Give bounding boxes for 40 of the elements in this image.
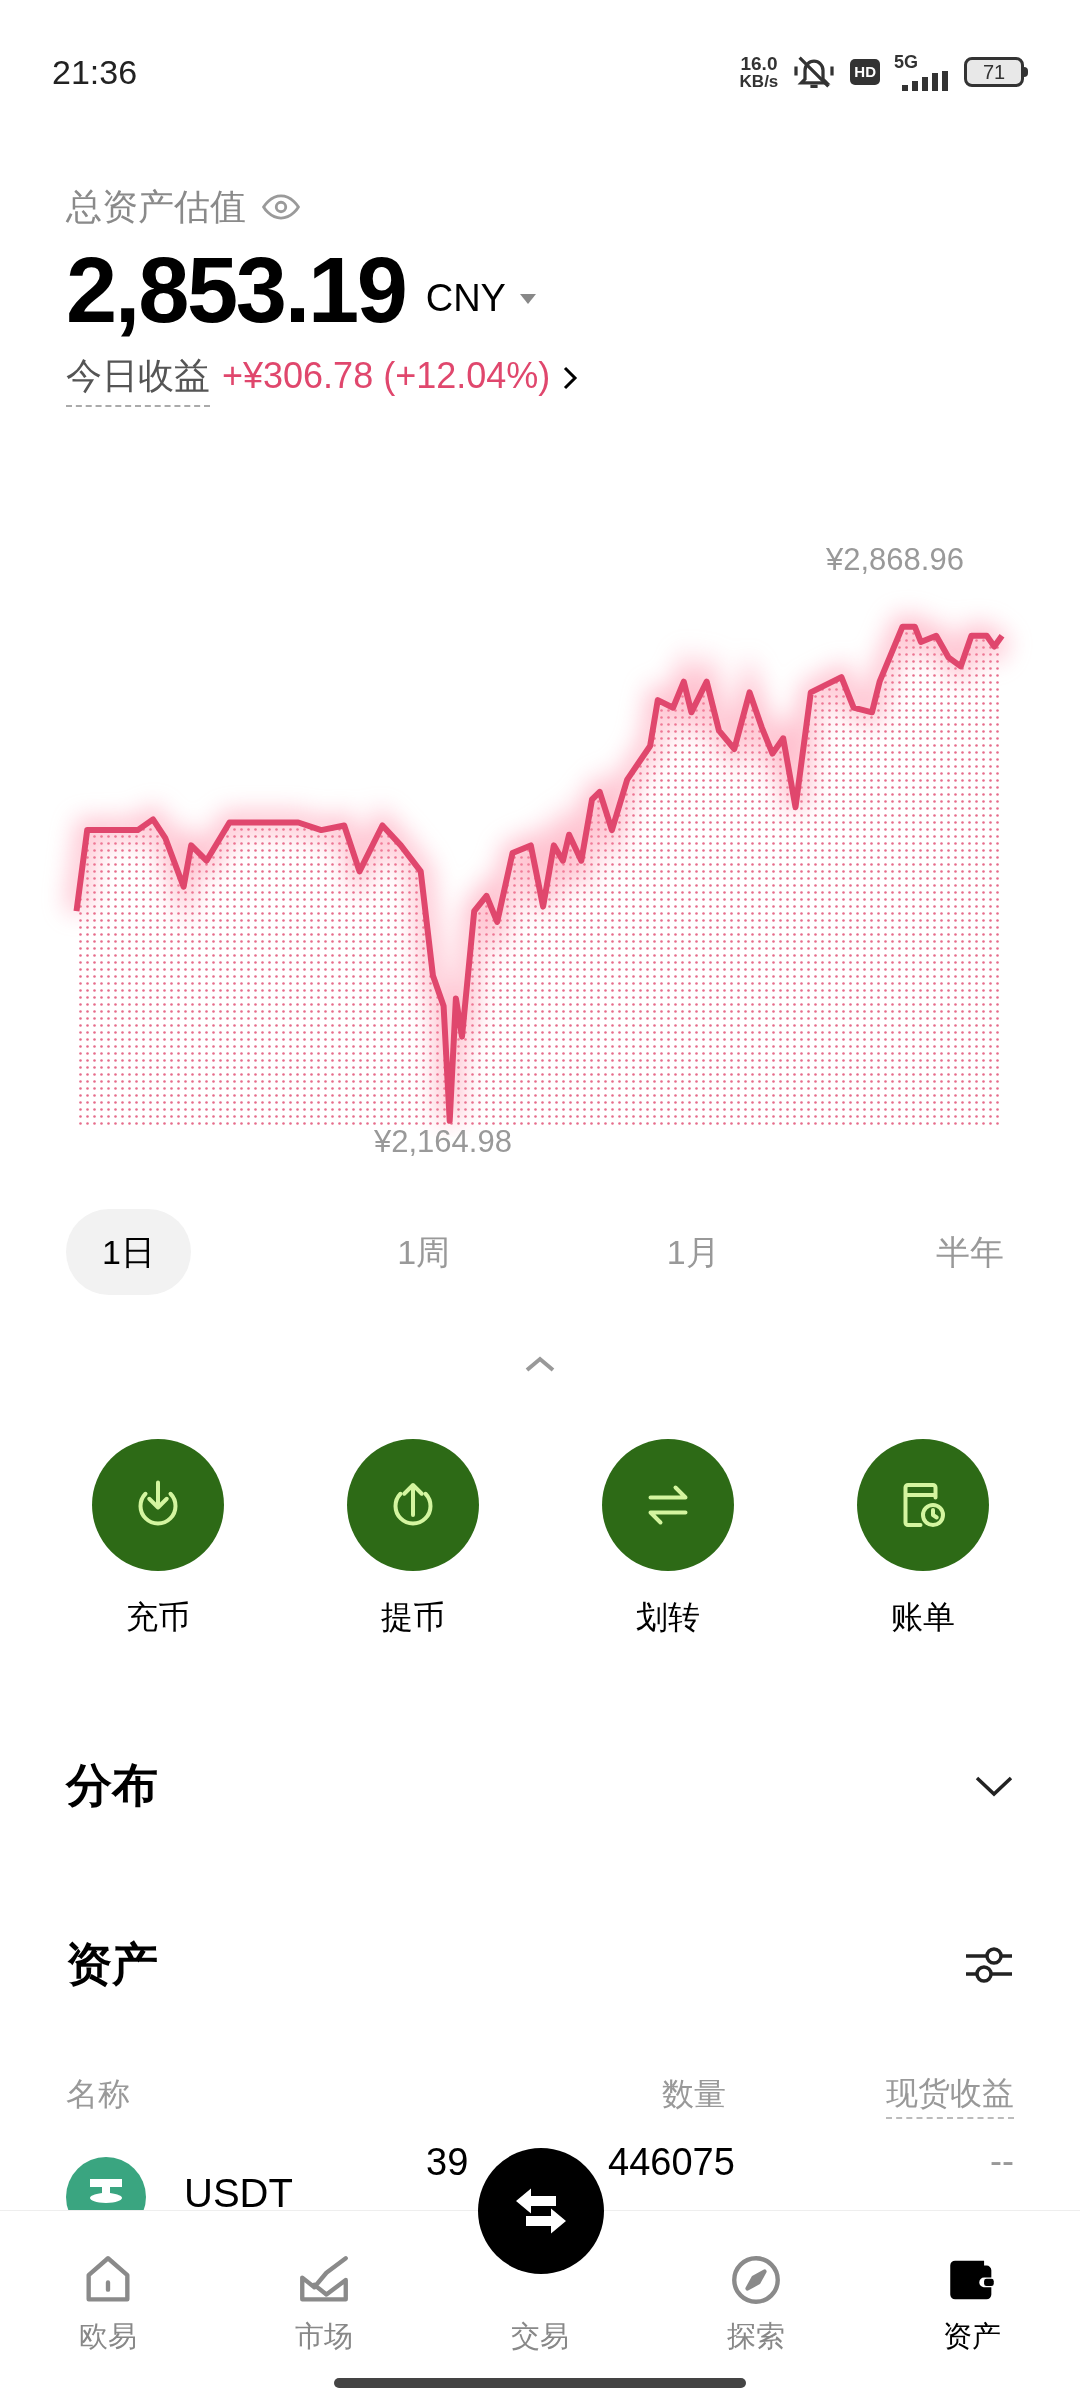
- nav-tab[interactable]: 欧易: [79, 2251, 137, 2359]
- network-label: 5G: [894, 53, 918, 71]
- period-tab[interactable]: 半年: [926, 1209, 1014, 1296]
- speed-unit: KB/s: [739, 73, 779, 90]
- chart-max-label: ¥2,868.96: [826, 541, 964, 580]
- status-time: 21:36: [52, 51, 138, 93]
- asset-name: USDT: [184, 2173, 293, 2214]
- dropdown-triangle-icon: [519, 293, 536, 304]
- asset-amount: 446075: [608, 2143, 735, 2182]
- column-header[interactable]: 现货收益: [886, 2069, 1014, 2120]
- period-tab[interactable]: 1月: [656, 1209, 730, 1296]
- currency-selector[interactable]: CNY: [425, 270, 536, 328]
- column-header: 名称: [66, 2075, 131, 2115]
- nav-tab[interactable]: 资产: [943, 2251, 1001, 2359]
- nav-tab[interactable]: 探索: [727, 2251, 785, 2359]
- action-label: 划转: [635, 1598, 700, 1638]
- speed-value: 16.0: [740, 54, 778, 73]
- muted-bell-icon: [792, 54, 837, 90]
- battery-indicator: 71: [964, 57, 1028, 87]
- period-tab[interactable]: 1日: [66, 1209, 191, 1296]
- total-assets-label: 总资产估值: [66, 185, 246, 229]
- period-tab[interactable]: 1周: [387, 1209, 461, 1296]
- chevron-right-icon[interactable]: [562, 365, 579, 392]
- asset-profit: --: [989, 2143, 1014, 2180]
- column-header: 数量: [662, 2075, 726, 2115]
- action-label: 账单: [890, 1598, 955, 1638]
- nav-tab[interactable]: 市场: [295, 2251, 353, 2359]
- nav-tab[interactable]: 交易: [511, 2315, 569, 2359]
- section-title: 资产: [66, 1937, 158, 1993]
- eye-icon[interactable]: [262, 194, 300, 220]
- chevron-up-icon[interactable]: [524, 1355, 556, 1374]
- section-title: 分布: [66, 1758, 158, 1814]
- action-label: 充币: [125, 1598, 190, 1638]
- today-profit-label[interactable]: 今日收益: [66, 349, 210, 408]
- today-profit-value: +¥306.78 (+12.04%): [222, 354, 551, 399]
- asset-amount: 39: [426, 2143, 469, 2182]
- chart-min-label: ¥2,164.98: [374, 1123, 512, 1162]
- hd-badge: HD: [850, 58, 880, 86]
- action-label: 提币: [380, 1598, 445, 1638]
- total-amount: 2,853.19: [66, 240, 406, 342]
